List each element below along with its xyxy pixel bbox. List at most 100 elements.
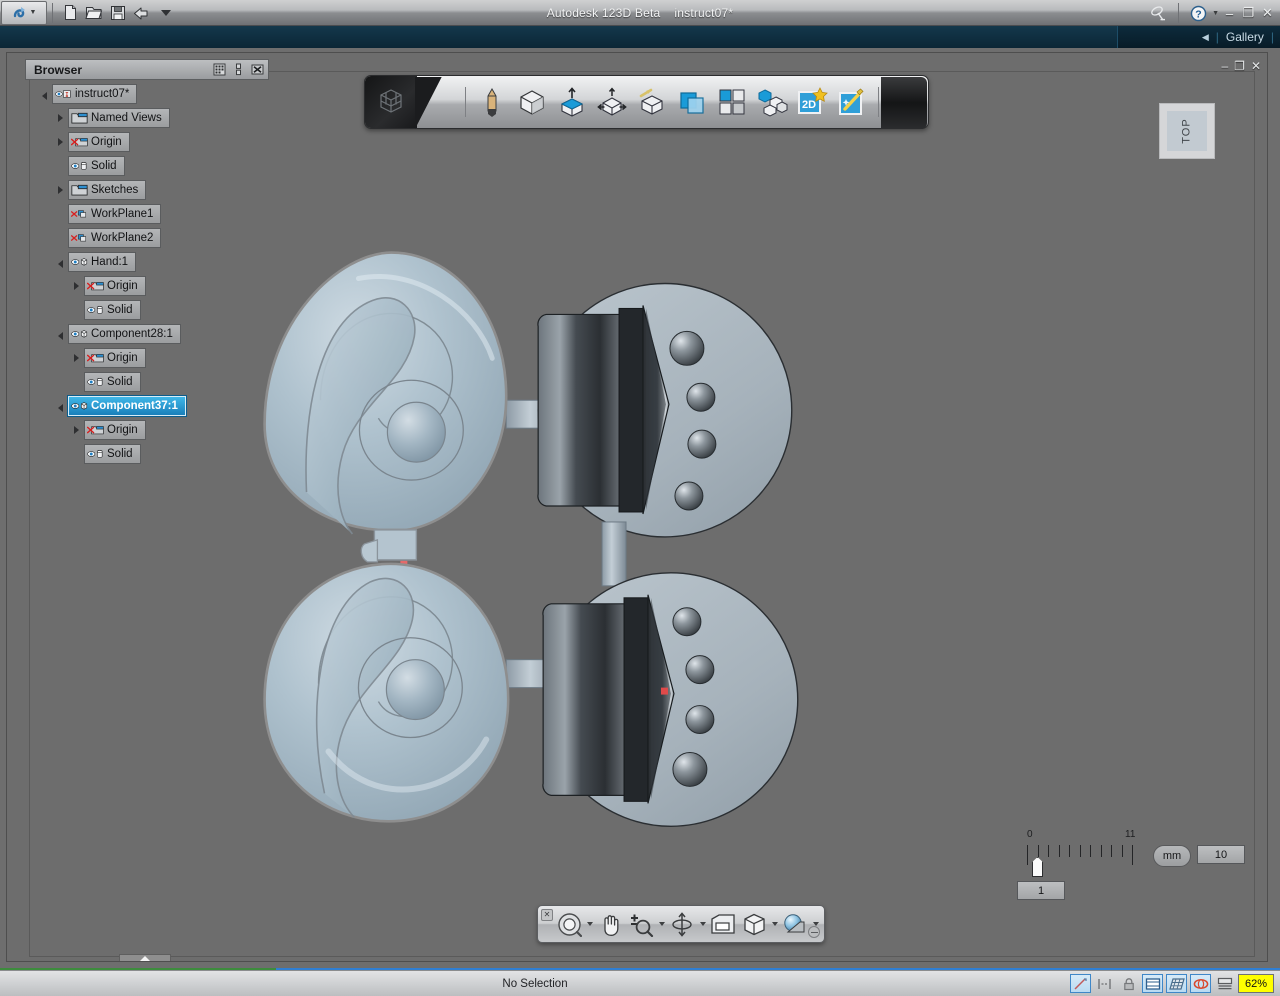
construct-extrude-icon[interactable] [552,81,592,123]
browser-tree-row[interactable]: Origin [25,132,275,152]
eye-cube-icon[interactable] [71,255,88,270]
grid-snap-icon[interactable] [1142,974,1163,993]
tree-twisty-closed-icon[interactable] [55,113,66,124]
snap-line-icon[interactable] [1070,974,1091,993]
new-file-icon[interactable] [58,1,82,25]
viewport-collapse-handle[interactable] [119,954,171,961]
browser-tree-node[interactable]: Origin [68,132,130,152]
browser-tree-row[interactable]: Hand:1 [25,252,275,272]
browser-tree-row[interactable]: Sketches [25,180,275,200]
grid-snap-icon[interactable] [712,81,752,123]
browser-tree-row[interactable]: Origin [25,276,275,296]
app-logo-icon[interactable]: ▼ [1,0,47,25]
eye-cube-icon[interactable] [71,327,88,342]
hidden-plane-icon[interactable] [71,231,88,246]
navbar-grip-handle[interactable] [808,926,820,938]
eye-solid-icon[interactable] [87,375,104,390]
folder-icon[interactable] [71,111,88,126]
tree-twisty-closed-icon[interactable] [55,185,66,196]
quick-access-dropdown-icon[interactable] [154,1,178,25]
browser-tree-node[interactable]: Component28:1 [68,324,181,344]
browser-tree-row[interactable]: Solid [25,444,275,464]
gallery-label[interactable]: Gallery [1226,30,1264,44]
browser-tree-node[interactable]: Solid [84,300,141,320]
browser-tree-row[interactable]: WorkPlane2 [25,228,275,248]
toolbar-logo-cube-icon[interactable] [365,76,417,128]
view-cube[interactable]: TOP [1159,103,1215,159]
browser-tree-node[interactable]: Origin [84,420,146,440]
browser-tree-node[interactable]: WorkPlane2 [68,228,162,248]
tree-twisty-closed-icon[interactable] [71,353,82,364]
orbit-icon[interactable] [667,909,697,939]
drawing-2d-icon[interactable]: 2D [792,81,832,123]
browser-tree-node[interactable]: Solid [68,156,125,176]
hidden-folder-icon[interactable] [87,279,104,294]
tree-twisty-open-icon[interactable] [39,89,50,100]
help-dropdown-icon[interactable]: ▼ [1212,10,1219,17]
browser-tree-row[interactable]: Solid [25,372,275,392]
eye-solid-icon[interactable] [87,303,104,318]
browser-tree-node[interactable]: WorkPlane1 [68,204,162,224]
browser-dock-button[interactable] [230,61,247,78]
folder-icon[interactable] [71,183,88,198]
open-file-icon[interactable] [82,1,106,25]
browser-tree-row[interactable]: Named Views [25,108,275,128]
pattern-arrow-cube-icon[interactable] [632,81,672,123]
orbit-status-icon[interactable] [1190,974,1211,993]
hidden-folder-icon[interactable] [87,423,104,438]
browser-tree-row[interactable]: Origin [25,348,275,368]
zoom-level-indicator[interactable]: 62% [1238,974,1274,993]
ruler-unit-label[interactable]: mm [1153,845,1191,867]
browser-tree-node[interactable]: instruct07* [52,84,138,104]
browser-tree-node[interactable]: Component37:1 [67,395,187,417]
ruler-value-input[interactable]: 1 [1017,881,1065,900]
help-icon[interactable]: ? [1186,1,1210,25]
eye-cube-icon[interactable] [71,399,88,414]
undo-icon[interactable] [130,1,154,25]
eye-solid-icon[interactable] [87,447,104,462]
viewport-3d[interactable]: – ❐ ✕ Browser instruct07* Named Views Or… [6,52,1268,962]
smart-wand-icon[interactable] [832,81,872,123]
dimension-icon[interactable] [1094,974,1115,993]
fit-view-icon[interactable] [708,909,738,939]
view-cube-box-icon[interactable] [739,909,769,939]
eye-solid-icon[interactable] [71,159,88,174]
browser-tree-node[interactable]: Sketches [68,180,147,200]
browser-tree-row[interactable]: Solid [25,300,275,320]
grid-display-icon[interactable] [1166,974,1187,993]
steering-wheel-dropdown-icon[interactable] [585,909,594,939]
browser-tree-row[interactable]: instruct07* [25,84,275,104]
browser-tree-node[interactable]: Solid [84,372,141,392]
window-minimize-button[interactable]: – [1221,3,1238,23]
assemble-blocks-icon[interactable] [752,81,792,123]
zoom-magnifier-icon[interactable] [626,909,656,939]
browser-tree-node[interactable]: Origin [84,348,146,368]
eye-pin-icon[interactable] [55,87,72,102]
browser-tree-row[interactable]: Component28:1 [25,324,275,344]
tree-twisty-open-icon[interactable] [55,401,66,412]
navbar-close-button[interactable]: ✕ [541,909,553,921]
document-close-button[interactable]: ✕ [1251,60,1261,72]
broadcast-icon[interactable] [1147,1,1171,25]
browser-display-toggle-button[interactable] [211,61,228,78]
browser-tree-node[interactable]: Named Views [68,108,170,128]
shading-sphere-icon[interactable] [780,909,810,939]
browser-tree-row[interactable]: WorkPlane1 [25,204,275,224]
zoom-dropdown-icon[interactable] [657,909,666,939]
sketch-pencil-icon[interactable] [472,81,512,123]
hidden-plane-icon[interactable] [71,207,88,222]
tree-twisty-closed-icon[interactable] [71,425,82,436]
browser-tree-row[interactable]: Solid [25,156,275,176]
pan-hand-icon[interactable] [595,909,625,939]
primitives-cube-icon[interactable] [512,81,552,123]
steering-wheel-icon[interactable] [554,909,584,939]
lock-icon[interactable] [1118,974,1139,993]
browser-tree-node[interactable]: Hand:1 [68,252,137,272]
tree-twisty-open-icon[interactable] [55,329,66,340]
tree-twisty-open-icon[interactable] [55,257,66,268]
save-icon[interactable] [106,1,130,25]
modify-move-icon[interactable] [592,81,632,123]
window-restore-button[interactable]: ❐ [1240,3,1257,23]
split-view-icon[interactable] [1214,974,1235,993]
browser-tree-row[interactable]: Component37:1 [25,395,275,417]
